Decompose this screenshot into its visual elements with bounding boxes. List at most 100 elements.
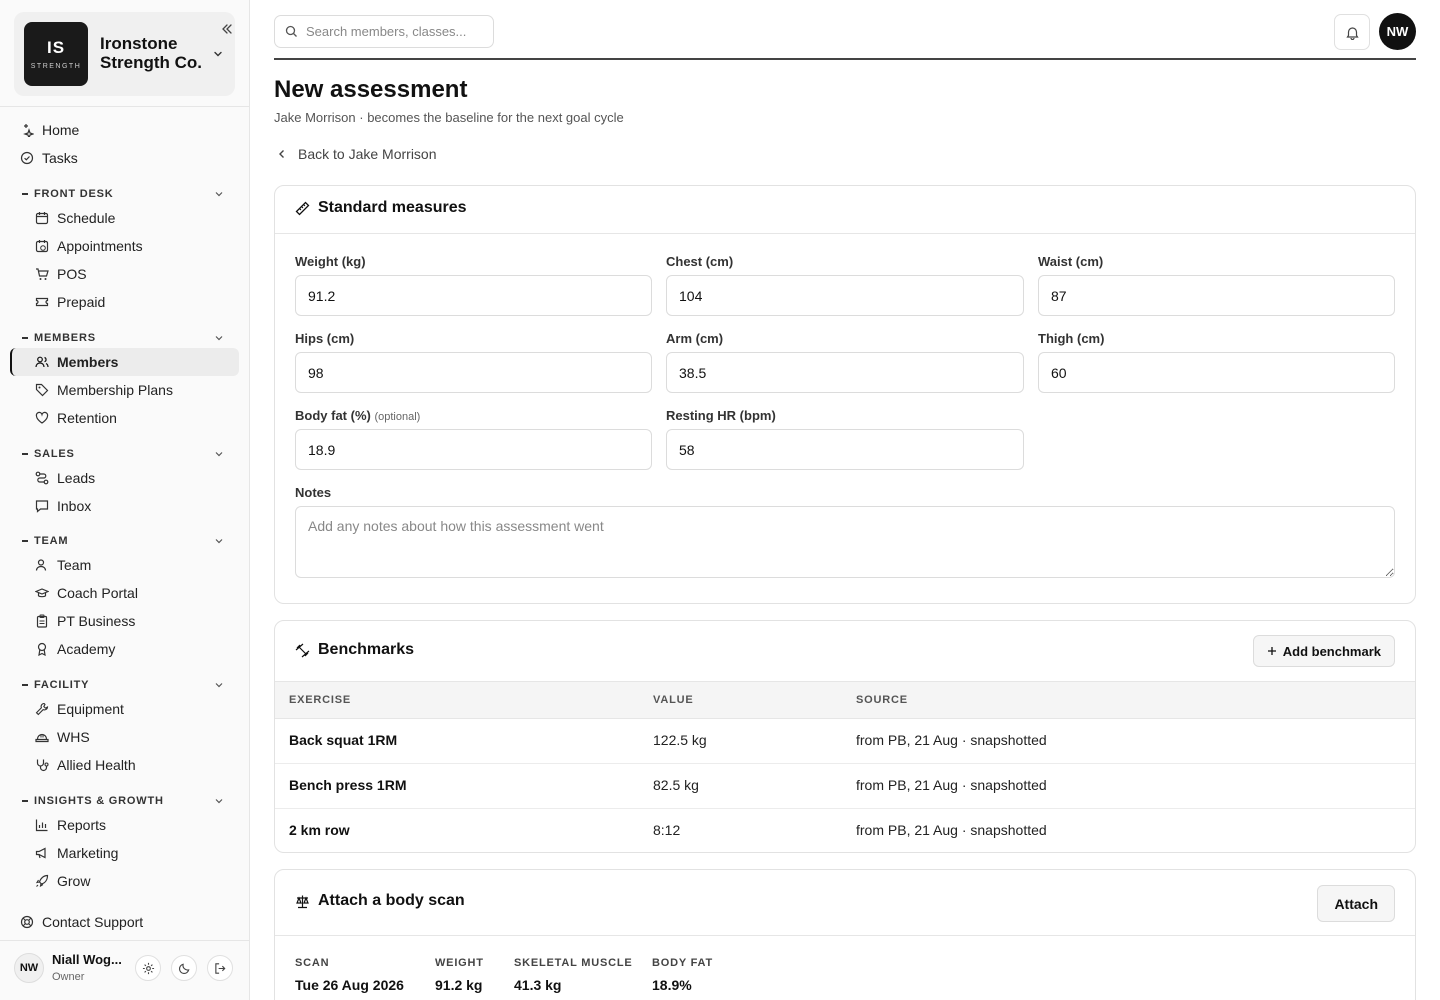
attach-button[interactable]: Attach: [1317, 885, 1395, 922]
exercise-cell: Back squat 1RM: [289, 732, 398, 748]
table-row[interactable]: Back squat 1RM 122.5 kg from PB, 21 Aug …: [275, 719, 1415, 764]
search-input[interactable]: [306, 24, 476, 39]
user-avatar[interactable]: NW: [14, 953, 44, 983]
nav-item-schedule[interactable]: Schedule: [35, 205, 115, 231]
scan-date-value: Tue 26 Aug 2026: [295, 977, 404, 993]
nav-item-label: Coach Portal: [57, 585, 138, 601]
nav-item-home[interactable]: Home: [20, 117, 79, 143]
page-title: New assessment: [274, 76, 468, 103]
body-fat-column-label: BODY FAT: [652, 957, 713, 969]
tag-icon: [35, 383, 49, 397]
add-benchmark-button[interactable]: Add benchmark: [1252, 635, 1395, 667]
section-label: MEMBERS: [34, 332, 96, 344]
section-facility[interactable]: FACILITY: [22, 678, 228, 692]
nav-item-pos[interactable]: POS: [35, 261, 87, 287]
message-icon: [35, 500, 49, 513]
nav-item-allied-health[interactable]: Allied Health: [35, 752, 136, 778]
nav-item-prepaid[interactable]: Prepaid: [35, 289, 105, 315]
nav-item-membership-plans[interactable]: Membership Plans: [35, 377, 173, 403]
nav-item-reports[interactable]: Reports: [35, 812, 106, 838]
stethoscope-icon: [36, 759, 49, 772]
notes-textarea[interactable]: [295, 506, 1395, 578]
nav-item-team[interactable]: Team: [35, 552, 91, 578]
section-sales[interactable]: SALES: [22, 447, 228, 461]
search-box[interactable]: [274, 15, 494, 48]
thigh-input[interactable]: [1038, 352, 1395, 393]
notifications-button[interactable]: [1334, 14, 1370, 50]
nav-item-label: Tasks: [42, 150, 78, 166]
section-team[interactable]: TEAM: [22, 534, 228, 548]
weight-column-label: WEIGHT: [435, 957, 484, 969]
nav-item-whs[interactable]: WHS: [35, 724, 90, 750]
nav-item-label: POS: [57, 266, 87, 282]
nav-item-coach-portal[interactable]: Coach Portal: [35, 580, 138, 606]
nav-item-tasks[interactable]: Tasks: [20, 145, 78, 171]
standard-measures-card: Standard measures Weight (kg) Chest (cm)…: [274, 185, 1416, 604]
nav-item-marketing[interactable]: Marketing: [35, 840, 118, 866]
table-row[interactable]: Bench press 1RM 82.5 kg from PB, 21 Aug …: [275, 764, 1415, 809]
hips-label: Hips (cm): [295, 331, 355, 346]
chevron-down-icon: [215, 452, 223, 457]
nav-item-academy[interactable]: Academy: [35, 636, 115, 662]
arm-input[interactable]: [666, 352, 1024, 393]
heart-icon: [35, 411, 49, 424]
chest-input[interactable]: [666, 275, 1024, 316]
nav-item-grow[interactable]: Grow: [35, 868, 90, 894]
body-fat-input[interactable]: [295, 429, 652, 470]
rocket-icon: [35, 874, 49, 888]
logout-icon: [214, 962, 225, 974]
moon-icon: [178, 963, 189, 974]
nav-item-label: Retention: [57, 410, 117, 426]
ticket-icon: [35, 297, 49, 307]
section-insights-growth[interactable]: INSIGHTS & GROWTH: [22, 794, 228, 808]
nav-item-members[interactable]: Members: [10, 348, 239, 376]
source-cell: from PB, 21 Aug · snapshotted: [856, 777, 1047, 793]
plus-icon: [1267, 647, 1276, 655]
value-cell: 122.5 kg: [653, 732, 707, 748]
section-front-desk[interactable]: FRONT DESK: [22, 187, 228, 201]
brand-logo: IS STRENGTH: [24, 22, 88, 86]
sidebar: IS STRENGTH Ironstone Strength Co. Home …: [0, 0, 250, 1000]
theme-toggle-button[interactable]: [171, 955, 197, 981]
add-benchmark-label: Add benchmark: [1282, 643, 1381, 659]
ruler-icon: [295, 201, 310, 215]
card-title: Attach a body scan: [295, 892, 465, 910]
section-members[interactable]: MEMBERS: [22, 331, 228, 345]
settings-button[interactable]: [135, 955, 161, 981]
waist-input[interactable]: [1038, 275, 1395, 316]
table-row[interactable]: 2 km row 8:12 from PB, 21 Aug · snapshot…: [275, 809, 1415, 852]
resting-hr-input[interactable]: [666, 429, 1024, 470]
back-link-label: Back to Jake Morrison: [298, 146, 437, 162]
nav-item-pt-business[interactable]: PT Business: [35, 608, 135, 634]
back-link[interactable]: Back to Jake Morrison: [274, 144, 437, 164]
card-title-text: Attach a body scan: [318, 892, 465, 909]
divider: [274, 58, 1416, 60]
brand-switcher[interactable]: IS STRENGTH Ironstone Strength Co.: [14, 12, 235, 96]
card-title-text: Standard measures: [318, 199, 467, 216]
arm-label: Arm (cm): [666, 331, 724, 346]
profile-avatar[interactable]: NW: [1379, 13, 1416, 50]
divider: [0, 106, 250, 107]
table-header: EXERCISE VALUE SOURCE: [275, 681, 1415, 719]
calendar-icon: [35, 212, 49, 225]
nav-item-label: Schedule: [57, 210, 116, 226]
nav-item-equipment[interactable]: Equipment: [35, 696, 124, 722]
nav-item-label: Contact Support: [42, 914, 144, 930]
hips-input[interactable]: [295, 352, 652, 393]
collapse-sidebar-icon[interactable]: [220, 22, 234, 36]
chevron-down-icon: [215, 799, 223, 804]
weight-input[interactable]: [295, 275, 652, 316]
clipboard-icon: [36, 614, 48, 628]
card-title-text: Benchmarks: [318, 641, 415, 658]
section-label: SALES: [34, 448, 75, 460]
nav-item-label: PT Business: [57, 613, 136, 629]
nav-item-appointments[interactable]: Appointments: [35, 233, 143, 259]
nav-item-retention[interactable]: Retention: [35, 405, 117, 431]
bell-icon: [1345, 26, 1359, 40]
divider: [0, 940, 250, 941]
contact-support-link[interactable]: Contact Support: [20, 909, 143, 935]
logout-button[interactable]: [207, 955, 233, 981]
benchmarks-card: Benchmarks Add benchmark EXERCISE VALUE …: [274, 620, 1416, 853]
nav-item-leads[interactable]: Leads: [35, 465, 95, 491]
nav-item-inbox[interactable]: Inbox: [35, 493, 91, 519]
